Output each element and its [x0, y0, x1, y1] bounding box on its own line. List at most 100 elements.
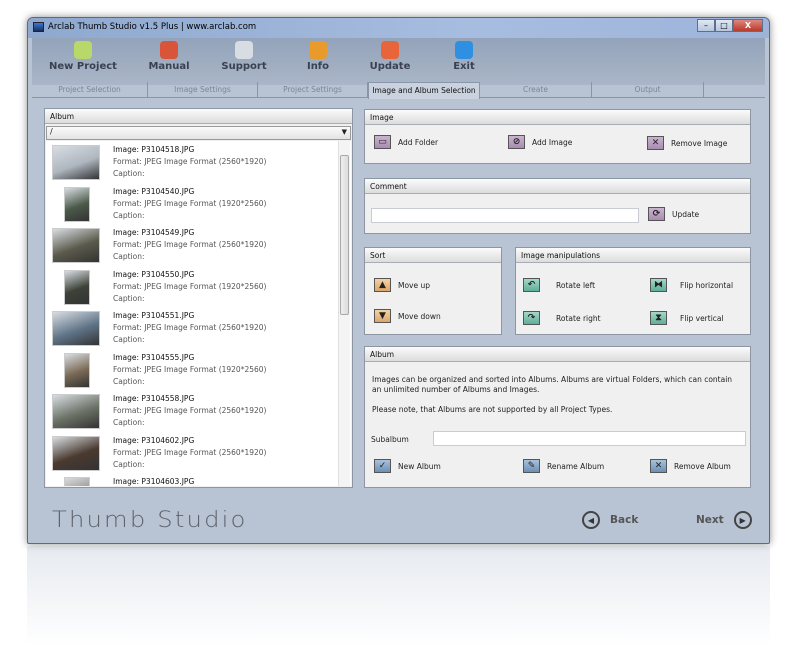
- flip-horizontal-button[interactable]: ⧓ Flip horizontal: [650, 278, 733, 292]
- image-name: Image: P3104558.JPG: [113, 394, 195, 403]
- tab-project-settings[interactable]: Project Settings: [258, 82, 368, 98]
- tab-output[interactable]: Output: [592, 82, 704, 98]
- list-item[interactable]: Image: P3104518.JPG Format: JPEG Image Fo…: [46, 143, 337, 184]
- image-caption: Caption:: [113, 376, 145, 386]
- next-arrow-icon: ▶: [733, 511, 752, 529]
- add-image-button[interactable]: ⊘ Add Image: [508, 135, 572, 149]
- wizard-tabs: Project Selection Image Settings Project S…: [32, 82, 765, 99]
- close-button[interactable]: X: [733, 19, 763, 32]
- tab-image-settings[interactable]: Image Settings: [148, 82, 258, 98]
- flip-horizontal-icon: ⧓: [650, 278, 667, 292]
- panel-header: Image manipulations: [516, 248, 750, 263]
- exit-arrow-icon: [455, 41, 473, 59]
- add-folder-label: Add Folder: [398, 137, 439, 147]
- move-up-icon: ▲: [374, 278, 391, 292]
- move-down-button[interactable]: ▼ Move down: [374, 309, 441, 323]
- album-select-value: /: [50, 127, 53, 136]
- new-album-label: New Album: [398, 461, 441, 471]
- image-thumbnail: [64, 352, 90, 388]
- image-caption: Caption:: [113, 252, 145, 261]
- image-name: Image: P3104550.JPG: [113, 269, 195, 279]
- album-list-panel: Album / ▼ Image: P3104603.JPG Image: P310…: [44, 108, 353, 488]
- image-format: Format: JPEG Image Format (2560*1920): [113, 240, 267, 249]
- new-album-button[interactable]: ✓ New Album: [374, 459, 441, 473]
- flip-vertical-button[interactable]: ⧗ Flip vertical: [650, 311, 724, 325]
- new-project-icon: [74, 41, 92, 59]
- image-thumbnail: [52, 311, 100, 346]
- checkmark-icon: ✓: [374, 459, 391, 473]
- link-icon: ⊘: [508, 135, 525, 149]
- back-button[interactable]: ◀ Back: [582, 511, 638, 529]
- album-select[interactable]: / ▼: [46, 126, 351, 140]
- album-panel: Album Images can be organized and sorted…: [364, 346, 751, 488]
- toolbar-label: Update: [369, 61, 411, 72]
- remove-album-button[interactable]: ✕ Remove Album: [650, 459, 731, 473]
- scrollbar[interactable]: [338, 141, 350, 486]
- image-thumbnail: [52, 394, 100, 429]
- image-caption: Caption:: [113, 210, 145, 220]
- panel-header: Album: [365, 347, 750, 362]
- minimize-button[interactable]: –: [697, 19, 715, 32]
- image-thumbnail: [64, 477, 90, 486]
- rotate-right-button[interactable]: ↷ Rotate right: [523, 311, 601, 325]
- image-format: Format: JPEG Image Format (2560*1920): [113, 323, 267, 332]
- tab-project-selection[interactable]: Project Selection: [32, 82, 148, 98]
- image-thumbnail: [64, 269, 90, 305]
- panel-header: Image: [365, 110, 750, 125]
- subalbum-input[interactable]: [433, 431, 746, 446]
- image-list[interactable]: Image: P3104603.JPG Image: P3104602.JPG F…: [46, 141, 351, 486]
- add-folder-button[interactable]: ▭ Add Folder: [374, 135, 438, 149]
- album-note: Please note, that Albums are not support…: [372, 405, 613, 414]
- thumb-studio-logo: Thumb Studio: [52, 508, 248, 533]
- move-up-button[interactable]: ▲ Move up: [374, 278, 430, 292]
- rotate-left-button[interactable]: ↶ Rotate left: [523, 278, 595, 292]
- move-down-icon: ▼: [374, 309, 391, 323]
- remove-image-button[interactable]: ✕ Remove Image: [647, 136, 727, 150]
- rotate-right-label: Rotate right: [556, 313, 601, 323]
- sort-panel: Sort ▲ Move up ▼ Move down: [364, 247, 502, 335]
- image-name: Image: P3104603.JPG: [113, 477, 195, 486]
- remove-album-label: Remove Album: [674, 461, 731, 471]
- refresh-icon: ⟳: [648, 207, 665, 221]
- maximize-button[interactable]: □: [715, 19, 733, 32]
- image-format: Format: JPEG Image Format (2560*1920): [113, 406, 267, 415]
- tab-image-and-album-selection[interactable]: Image and Album Selection: [368, 82, 480, 99]
- image-caption: Caption:: [113, 459, 145, 469]
- update-comment-button[interactable]: ⟳ Update: [648, 207, 699, 221]
- list-item[interactable]: Image: P3104558.JPG Format: JPEG Image Fo…: [46, 392, 337, 433]
- toolbar-label: Info: [306, 61, 330, 72]
- toolbar-new-project-button[interactable]: New Project: [43, 41, 123, 72]
- toolbar-info-button[interactable]: Info: [278, 41, 358, 72]
- scrollbar-thumb[interactable]: [340, 155, 349, 315]
- toolbar-update-button[interactable]: Update: [350, 41, 430, 72]
- list-item[interactable]: Image: P3104550.JPG Format: JPEG Image Fo…: [46, 268, 337, 309]
- image-manipulations-panel: Image manipulations ↶ Rotate left ↷ Rotate…: [515, 247, 751, 335]
- add-image-label: Add Image: [532, 137, 573, 147]
- toolbar-exit-button[interactable]: Exit: [424, 41, 504, 72]
- list-item[interactable]: Image: P3104540.JPG Format: JPEG Image Fo…: [46, 185, 337, 226]
- title-bar[interactable]: Arclab Thumb Studio v1.5 Plus | www.arcl…: [28, 18, 769, 38]
- compass-icon: [235, 41, 253, 59]
- pencil-icon: ✎: [523, 459, 540, 473]
- list-item[interactable]: Image: P3104549.JPG Format: JPEG Image Fo…: [46, 226, 337, 267]
- list-item[interactable]: Image: P3104603.JPG: [46, 475, 337, 486]
- rename-album-button[interactable]: ✎ Rename Album: [523, 459, 604, 473]
- tab-create[interactable]: Create: [480, 82, 592, 98]
- next-button[interactable]: Next ▶: [696, 511, 752, 529]
- book-icon: [160, 41, 178, 59]
- download-icon: [381, 41, 399, 59]
- image-format: Format: JPEG Image Format (1920*2560): [113, 364, 267, 374]
- list-item[interactable]: Image: P3104602.JPG Format: JPEG Image Fo…: [46, 434, 337, 475]
- toolbar-support-button[interactable]: Support: [204, 41, 284, 72]
- image-format: Format: JPEG Image Format (2560*1920): [113, 447, 267, 457]
- list-item[interactable]: Image: P3104551.JPG Format: JPEG Image Fo…: [46, 309, 337, 350]
- flip-horizontal-label: Flip horizontal: [680, 280, 734, 290]
- rotate-right-icon: ↷: [523, 311, 540, 325]
- image-thumbnail: [64, 186, 90, 222]
- image-thumbnail: [52, 435, 100, 471]
- image-thumbnail: [52, 228, 100, 263]
- image-caption: Caption:: [113, 293, 145, 303]
- list-item[interactable]: Image: P3104555.JPG Format: JPEG Image Fo…: [46, 351, 337, 392]
- comment-input[interactable]: [371, 208, 639, 223]
- toolbar-manual-button[interactable]: Manual: [129, 41, 209, 72]
